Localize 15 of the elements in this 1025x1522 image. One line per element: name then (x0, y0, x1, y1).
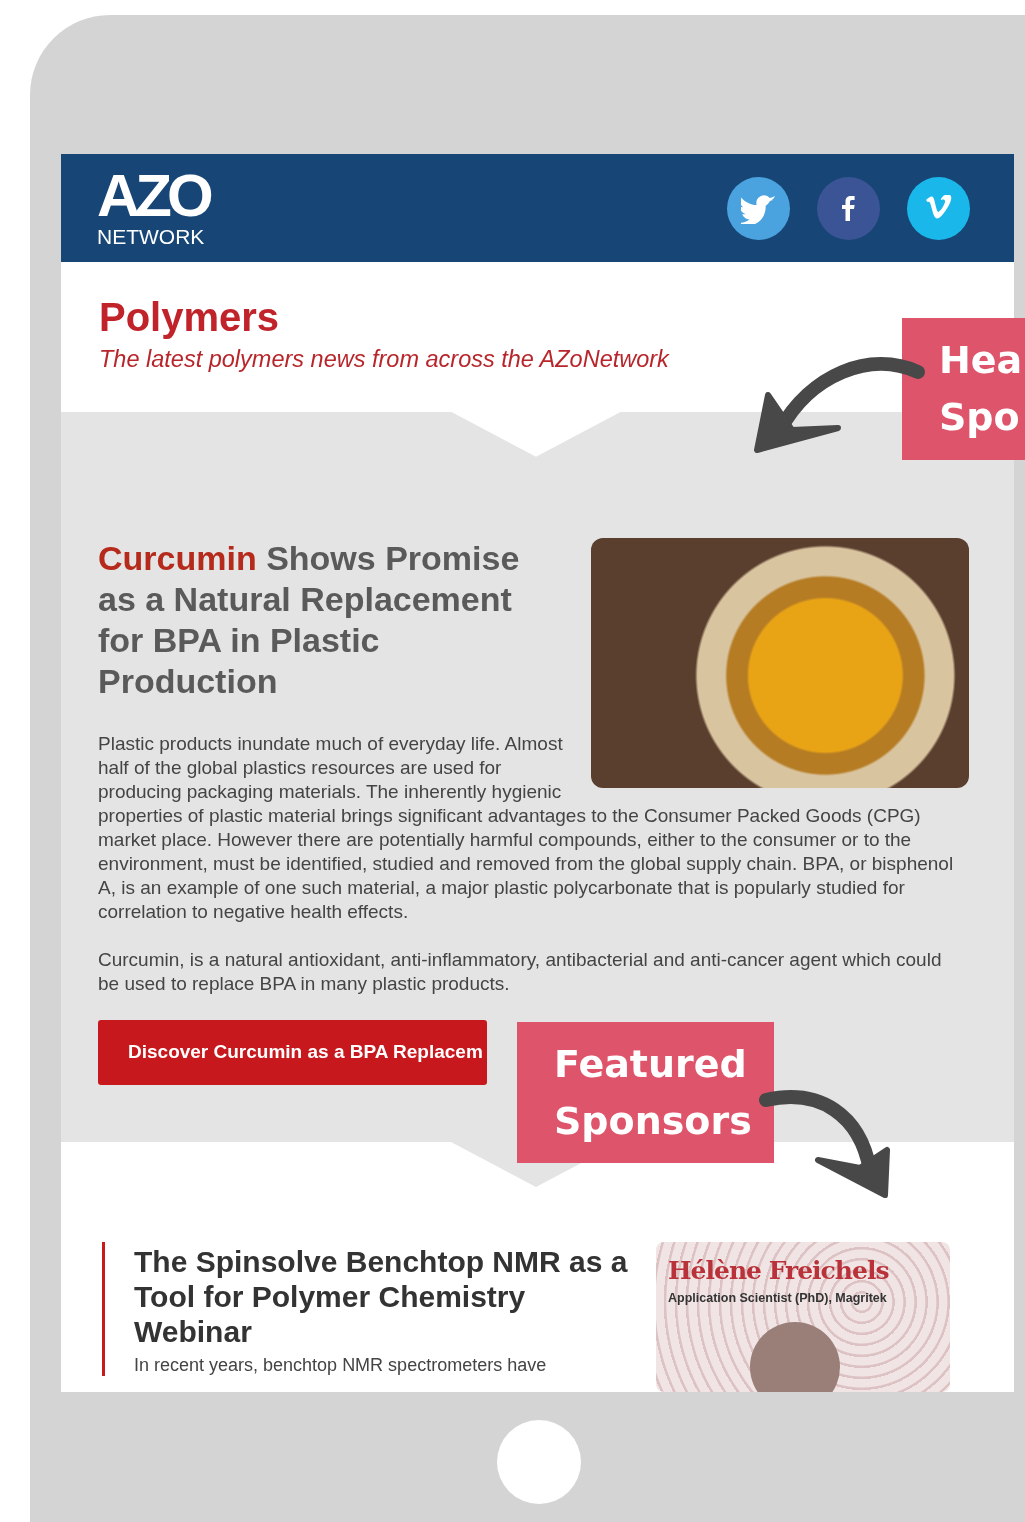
article-paragraph: Plastic products inundate much of everyday life. Almost half of the global plastics resources are used for producing packaging materials. The inherently hygienic properties of plastic material brings significant advantages to the Consumer Packed Goods (CPG) market place. However there are potentially harmful compounds, either to the consumer or to the environment, must be identified, studied and removed from the global supply chain. BPA, or bisphenol A, is an example of one such material, a major plastic polycarbonate that is popularly studied for correlation to negative health effects. (98, 731, 955, 924)
speaker-name: Hélène Freichels (668, 1256, 890, 1285)
callout-label: Hea Spo (902, 318, 1025, 460)
read-more-button[interactable]: Discover Curcumin as a BPA Replacem (98, 1019, 487, 1085)
azo-network-logo: AZO NETWORK (97, 169, 209, 247)
webinar-title: The Spinsolve Benchtop NMR as a Tool for Polymer Chemistry Webinar (134, 1244, 629, 1349)
newsletter-subtitle: The latest polymers news from across the AZoNetwork (99, 346, 669, 374)
speaker-role: Application Scientist (PhD), Magritek (668, 1291, 888, 1305)
f-letter-icon (842, 195, 855, 221)
article-paragraph: Curcumin, is a natural antioxidant, anti-inflammatory, antibacterial and anti-cancer agent which could be used to replace BPA in many plastic products. (98, 947, 943, 996)
bird-icon (740, 192, 777, 224)
webinar-excerpt: In recent years, benchtop NMR spectrometers have (134, 1354, 548, 1376)
newsletter-title: Polymers (99, 294, 280, 341)
article-headline: Curcumin Shows Promise as a Natural Replacement for BPA in Plastic Production (98, 537, 521, 702)
callout-label: Featured Sponsors (517, 1022, 774, 1163)
